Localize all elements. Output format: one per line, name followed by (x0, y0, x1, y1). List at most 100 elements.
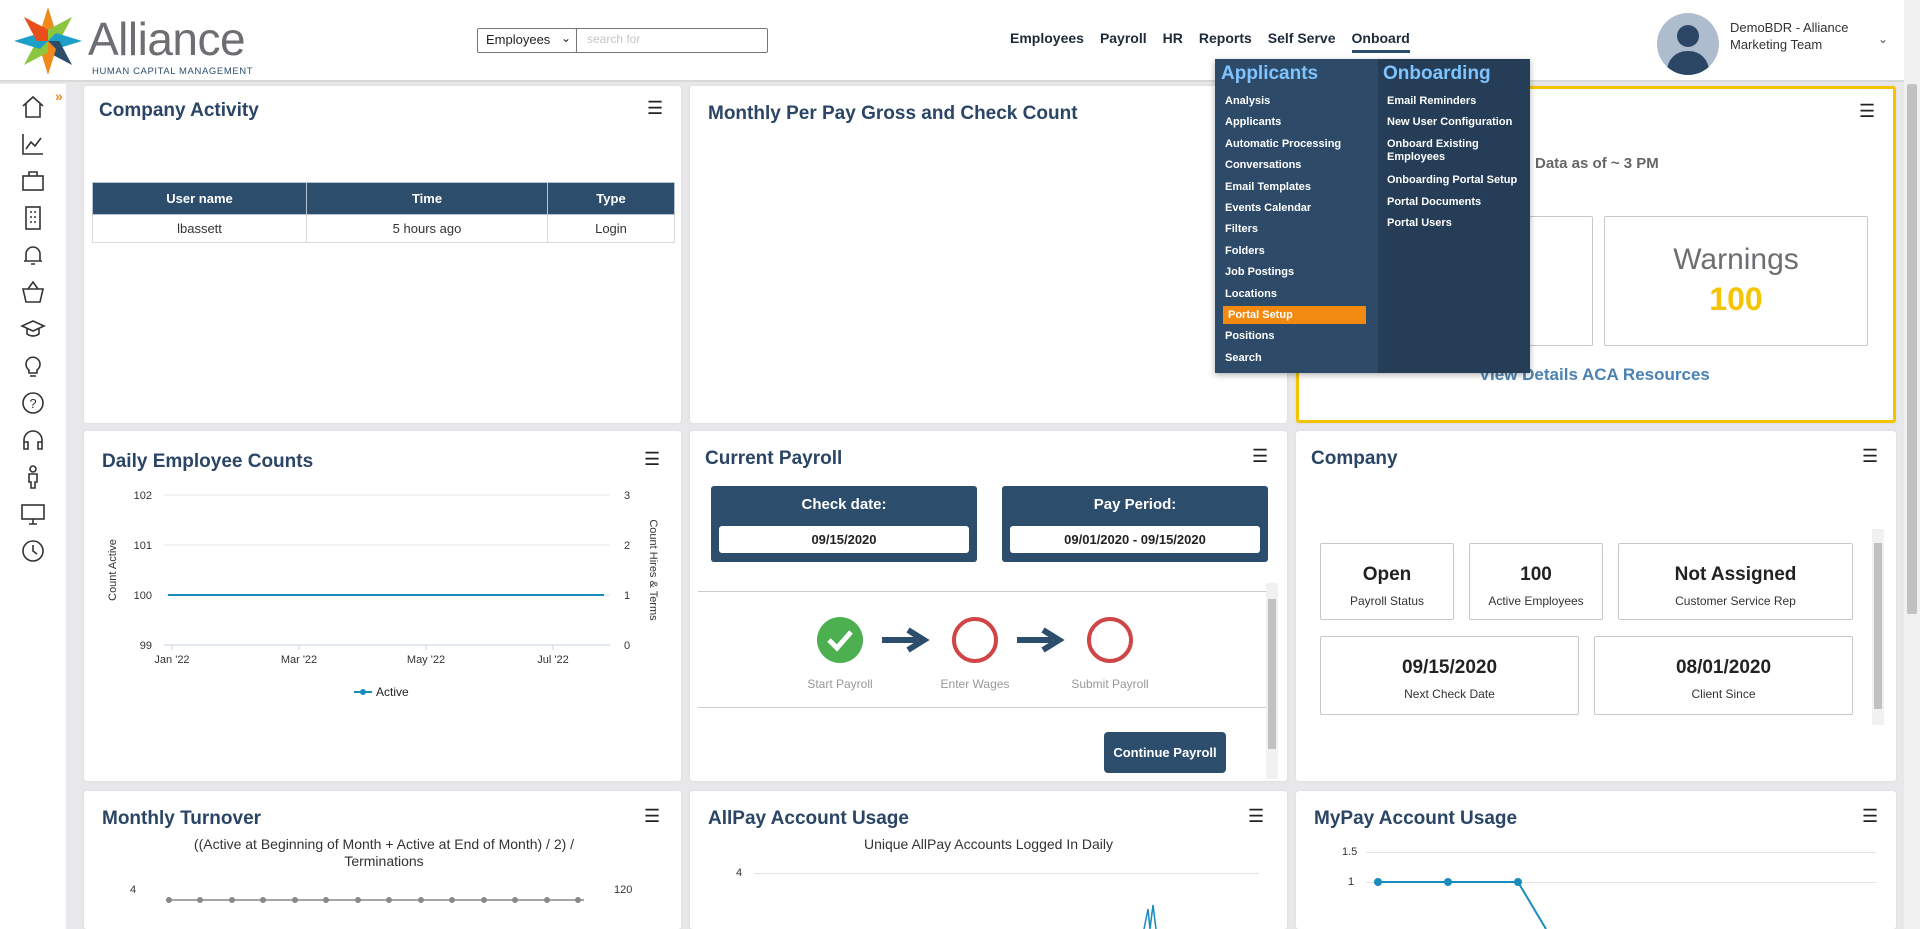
step-label: Start Payroll (807, 677, 873, 691)
warnings-label: Warnings (1673, 243, 1799, 276)
next-check-date-stat: 09/15/2020 Next Check Date (1320, 636, 1579, 715)
menu-item-email-templates[interactable]: Email Templates (1225, 181, 1311, 194)
nav-reports[interactable]: Reports (1199, 30, 1252, 53)
chevron-down-icon: ⌄ (560, 31, 571, 45)
avatar-body (1667, 51, 1709, 75)
avatar[interactable] (1657, 13, 1719, 75)
scrollbar-thumb[interactable] (1268, 599, 1276, 749)
y2-tick-label: 3 (624, 490, 630, 502)
menu-item-analysis[interactable]: Analysis (1225, 95, 1270, 108)
pay-period-label: Pay Period: (1093, 496, 1177, 513)
client-since-stat: 08/01/2020 Client Since (1594, 636, 1853, 715)
headset-icon[interactable] (20, 427, 46, 453)
person-icon[interactable] (20, 464, 46, 490)
home-icon[interactable] (20, 94, 46, 120)
menu-item-onboarding-portal-setup[interactable]: Onboarding Portal Setup (1387, 174, 1532, 187)
nav-payroll[interactable]: Payroll (1100, 30, 1147, 53)
card-title: Monthly Per Pay Gross and Check Count (708, 103, 1078, 124)
applicants-header[interactable]: Applicants (1221, 63, 1318, 85)
top-bar: Alliance HUMAN CAPITAL MANAGEMENT Employ… (0, 0, 1904, 82)
hamburger-menu-icon[interactable]: ☰ (647, 98, 663, 119)
search-scope-value: Employees (486, 32, 551, 47)
menu-item-job-postings[interactable]: Job Postings (1225, 266, 1294, 279)
hamburger-menu-icon[interactable]: ☰ (644, 449, 660, 470)
menu-item-conversations[interactable]: Conversations (1225, 159, 1301, 172)
menu-item-onboard-existing-employees[interactable]: Onboard Existing Employees (1387, 138, 1502, 164)
customer-service-rep-stat: Not Assigned Customer Service Rep (1618, 543, 1853, 620)
step-label: Enter Wages (940, 677, 1010, 691)
y2-tick-label: 120 (614, 884, 633, 896)
gridline (1366, 852, 1876, 853)
monitor-icon[interactable] (20, 501, 46, 527)
menu-item-applicants[interactable]: Applicants (1225, 116, 1281, 129)
table-cell: Login (547, 214, 675, 243)
menu-item-portal-setup[interactable]: Portal Setup (1223, 306, 1366, 324)
y-tick-label: 4 (130, 884, 137, 896)
nav-hr[interactable]: HR (1163, 30, 1183, 53)
chart-legend[interactable]: Active (354, 685, 409, 699)
allpay-usage-card: AllPay Account Usage ☰ Unique AllPay Acc… (690, 791, 1287, 929)
scrollbar-thumb[interactable] (1907, 84, 1917, 614)
mypay-usage-card: MyPay Account Usage ☰ 1.5 1 (1296, 791, 1896, 929)
column-header[interactable]: Time (306, 182, 548, 215)
menu-item-events-calendar[interactable]: Events Calendar (1225, 202, 1311, 215)
page-scrollbar[interactable] (1904, 0, 1920, 929)
y2-axis-label: Count Hires & Terms (647, 519, 659, 621)
current-payroll-card: Current Payroll ☰ Check date: 09/15/2020… (690, 431, 1287, 781)
scrollbar-thumb[interactable] (1874, 543, 1882, 709)
building-icon[interactable] (20, 205, 46, 231)
table-row: lbassett 5 hours ago Login (92, 214, 675, 243)
warnings-value: 100 (1709, 281, 1763, 317)
graduation-cap-icon[interactable] (20, 316, 46, 342)
clock-icon[interactable] (20, 538, 46, 564)
chevron-down-icon[interactable]: ⌄ (1878, 32, 1888, 46)
search-scope-select[interactable]: Employees ⌄ (477, 28, 577, 53)
stat-label: Active Employees (1488, 594, 1584, 608)
menu-item-automatic-processing[interactable]: Automatic Processing (1225, 138, 1341, 151)
column-header[interactable]: User name (92, 182, 307, 215)
nav-onboard[interactable]: Onboard (1351, 30, 1410, 53)
card-title: MyPay Account Usage (1314, 808, 1518, 829)
menu-item-portal-documents[interactable]: Portal Documents (1387, 196, 1532, 209)
y-tick-label: 1 (1348, 876, 1355, 888)
hamburger-menu-icon[interactable]: ☰ (1252, 446, 1268, 467)
menu-item-new-user-configuration[interactable]: New User Configuration (1387, 116, 1532, 129)
column-header[interactable]: Type (547, 182, 675, 215)
menu-item-search[interactable]: Search (1225, 352, 1262, 365)
logo-star-icon (14, 7, 82, 75)
nav-self-serve[interactable]: Self Serve (1268, 30, 1336, 53)
sidebar-expand-icon[interactable]: » (55, 88, 63, 104)
briefcase-icon[interactable] (20, 168, 46, 194)
nav-employees[interactable]: Employees (1010, 30, 1084, 53)
lightbulb-icon[interactable] (20, 353, 46, 379)
analytics-icon[interactable] (20, 131, 46, 157)
onboarding-header[interactable]: Onboarding (1383, 63, 1491, 85)
hamburger-menu-icon[interactable]: ☰ (644, 806, 660, 827)
continue-payroll-button[interactable]: Continue Payroll (1104, 732, 1226, 773)
card-title: Daily Employee Counts (102, 451, 314, 472)
hamburger-menu-icon[interactable]: ☰ (1248, 806, 1264, 827)
menu-item-portal-users[interactable]: Portal Users (1387, 217, 1532, 230)
help-icon[interactable]: ? (20, 390, 46, 416)
basket-icon[interactable] (20, 279, 46, 305)
search-input[interactable]: search for (576, 28, 768, 53)
menu-item-email-reminders[interactable]: Email Reminders (1387, 95, 1532, 108)
empty-circle-icon (1087, 617, 1133, 663)
user-name[interactable]: DemoBDR - Alliance Marketing Team (1730, 19, 1880, 53)
bell-icon[interactable] (20, 242, 46, 268)
allpay-subtitle: Unique AllPay Accounts Logged In Daily (863, 836, 1114, 852)
menu-item-filters[interactable]: Filters (1225, 223, 1258, 236)
scrollbar[interactable] (1872, 529, 1884, 725)
aca-warnings-box[interactable]: Warnings 100 (1604, 216, 1868, 346)
hamburger-menu-icon[interactable]: ☰ (1862, 446, 1878, 467)
hamburger-menu-icon[interactable]: ☰ (1859, 101, 1875, 122)
menu-item-positions[interactable]: Positions (1225, 330, 1275, 343)
scrollbar[interactable] (1266, 583, 1278, 779)
pay-period-box: Pay Period: 09/01/2020 - 09/15/2020 (1002, 486, 1268, 562)
menu-item-folders[interactable]: Folders (1225, 245, 1265, 258)
hamburger-menu-icon[interactable]: ☰ (1862, 806, 1878, 827)
menu-item-locations[interactable]: Locations (1225, 288, 1277, 301)
alliance-logo[interactable]: Alliance HUMAN CAPITAL MANAGEMENT (10, 4, 260, 78)
main-nav: Employees Payroll HR Reports Self Serve … (1010, 30, 1426, 53)
y-axis-label: Count Active (107, 539, 119, 601)
